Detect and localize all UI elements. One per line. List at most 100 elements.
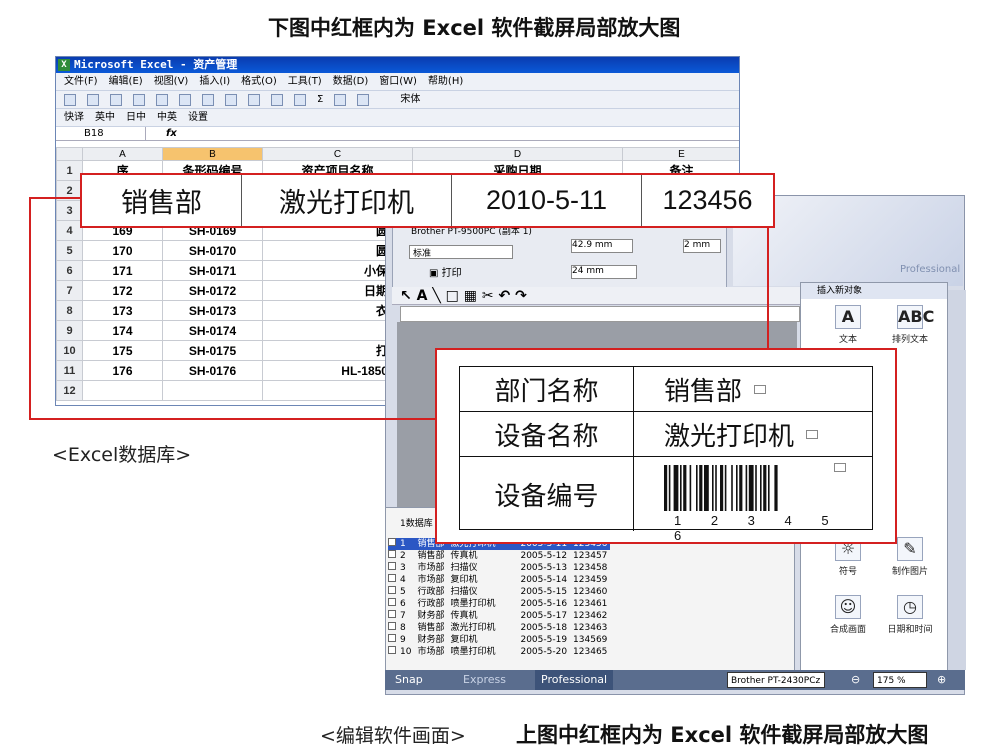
menu-item[interactable]: 编辑(E) [109, 73, 143, 91]
excel-titlebar: X Microsoft Excel - 资产管理 [56, 57, 739, 73]
db-cell: 123463 [573, 622, 608, 633]
spell-icon[interactable] [179, 93, 191, 106]
menu-item[interactable]: 格式(O) [241, 73, 277, 91]
open-icon[interactable] [87, 93, 99, 106]
row-checkbox[interactable] [388, 610, 396, 618]
translate-button[interactable]: 中英 [157, 109, 177, 127]
db-cell: 2005-5-19 [520, 634, 568, 645]
zoom-out-icon[interactable]: ⊖ [851, 670, 860, 690]
db-row[interactable]: 2 销售部 传真机 2005-5-12 123457 [388, 550, 610, 562]
new-icon[interactable] [64, 93, 76, 106]
col-header-e[interactable]: E [622, 147, 739, 161]
menu-item[interactable]: 文件(F) [64, 73, 98, 91]
label-key: 设备名称 [460, 412, 634, 456]
redo-icon[interactable] [294, 93, 306, 106]
db-cell: 123462 [573, 610, 608, 621]
excel-db-caption: <Excel数据库> [52, 444, 192, 466]
excel-standard-toolbar: Σ 宋体 [56, 91, 739, 109]
db-row[interactable]: 6 行政部 喷墨打印机 2005-5-16 123461 [388, 598, 610, 610]
col-header-a[interactable]: A [82, 147, 163, 161]
db-row[interactable]: 3 市场部 扫描仪 2005-5-13 123458 [388, 562, 610, 574]
barcode [664, 465, 778, 511]
undo-icon[interactable] [271, 93, 283, 106]
barcode-bar [720, 465, 724, 511]
name-box[interactable]: B18 [56, 127, 146, 140]
row-checkbox[interactable] [388, 586, 396, 594]
db-row[interactable]: 5 行政部 扫描仪 2005-5-15 123460 [388, 586, 610, 598]
menu-item[interactable]: 窗口(W) [379, 73, 417, 91]
row-checkbox[interactable] [388, 550, 396, 558]
insert-item[interactable]: ABC 排列文本 [877, 305, 943, 345]
barcode-bar [739, 465, 743, 511]
insert-item[interactable]: ☺ 合成画面 [815, 595, 881, 635]
db-cell: 9 [400, 634, 406, 645]
zoom-select[interactable]: 175 % [873, 672, 927, 688]
express-tab[interactable]: Express [463, 670, 506, 690]
sum-icon[interactable]: Σ [317, 91, 323, 109]
preview-icon[interactable] [156, 93, 168, 106]
insert-item[interactable]: ◷ 日期和时间 [877, 595, 943, 635]
barcode-bar [680, 465, 682, 511]
db-cell: 5 [400, 586, 406, 597]
model-select[interactable]: Brother PT-2430PCz [727, 672, 825, 688]
barcode-bar [689, 465, 692, 511]
db-cell: 2005-5-13 [520, 562, 568, 573]
insert-item[interactable]: A 文本 [815, 305, 881, 345]
row-checkbox[interactable] [388, 598, 396, 606]
save-icon[interactable] [110, 93, 122, 106]
sort-asc-icon[interactable] [334, 93, 347, 106]
db-row[interactable]: 7 财务部 传真机 2005-5-17 123462 [388, 610, 610, 622]
translate-button[interactable]: 快译 [64, 109, 84, 127]
translate-button[interactable]: 设置 [188, 109, 208, 127]
db-cell: 2005-5-16 [520, 598, 568, 609]
top-caption: 下图中红框内为 Excel 软件截屏局部放大图 [268, 16, 681, 40]
translate-button[interactable]: 日中 [126, 109, 146, 127]
professional-tab[interactable]: Professional [535, 670, 614, 690]
db-cell: 2 [400, 550, 406, 561]
db-cell: 销售部 [417, 550, 445, 561]
excel-menubar: 文件(F) 编辑(E) 视图(V) 插入(I) 格式(O) 工具(T) 数据(D) 窗口(W)… [56, 73, 739, 91]
barcode-bar [715, 465, 717, 511]
row-header[interactable]: 1 [56, 160, 83, 181]
chart-icon[interactable] [357, 93, 370, 106]
db-row[interactable]: 8 销售部 激光打印机 2005-5-18 123463 [388, 622, 610, 634]
translate-button[interactable]: 英中 [95, 109, 115, 127]
zoom-in-icon[interactable]: ⊕ [937, 670, 946, 690]
menu-item[interactable]: 插入(I) [199, 73, 230, 91]
print-icon[interactable] [133, 93, 145, 106]
row-checkbox[interactable] [388, 562, 396, 570]
row-checkbox[interactable] [388, 538, 396, 546]
barcode-bar [768, 465, 770, 511]
col-header-b[interactable]: B [162, 147, 263, 161]
font-select[interactable]: 宋体 [400, 91, 420, 109]
db-cell: 财务部 [417, 610, 445, 621]
barcode-bar [760, 465, 762, 511]
col-header-d[interactable]: D [412, 147, 623, 161]
menu-item[interactable]: 数据(D) [333, 73, 369, 91]
db-row[interactable]: 10 市场部 喷墨打印机 2005-5-20 123465 [388, 646, 610, 658]
db-row[interactable]: 4 市场部 复印机 2005-5-14 123459 [388, 574, 610, 586]
db-row[interactable]: 9 财务部 复印机 2005-5-19 134569 [388, 634, 610, 646]
paste-icon[interactable] [248, 93, 260, 106]
cut-icon[interactable] [202, 93, 214, 106]
insert-item-label: 排列文本 [891, 335, 928, 345]
col-header-c[interactable]: C [262, 147, 413, 161]
menu-item[interactable]: 视图(V) [154, 73, 189, 91]
copy-icon[interactable] [225, 93, 237, 106]
insert-item-label: 日期和时间 [887, 625, 933, 635]
db-cell: 复印机 [450, 634, 478, 645]
row-checkbox[interactable] [388, 622, 396, 630]
snap-tab[interactable]: Snap [395, 670, 423, 690]
row-checkbox[interactable] [388, 574, 396, 582]
menu-item[interactable]: 帮助(H) [428, 73, 463, 91]
insert-item-icon: A [835, 305, 861, 329]
row-checkbox[interactable] [388, 634, 396, 642]
db-cell: 123457 [573, 550, 608, 561]
menu-item[interactable]: 工具(T) [288, 73, 322, 91]
db-cell: 2005-5-14 [520, 574, 568, 585]
db-cell: 123460 [573, 586, 608, 597]
db-cell: 喷墨打印机 [450, 646, 496, 657]
row-checkbox[interactable] [388, 646, 396, 654]
side-tabs [948, 290, 966, 670]
zoom-cell-item: 激光打印机 [242, 175, 452, 226]
